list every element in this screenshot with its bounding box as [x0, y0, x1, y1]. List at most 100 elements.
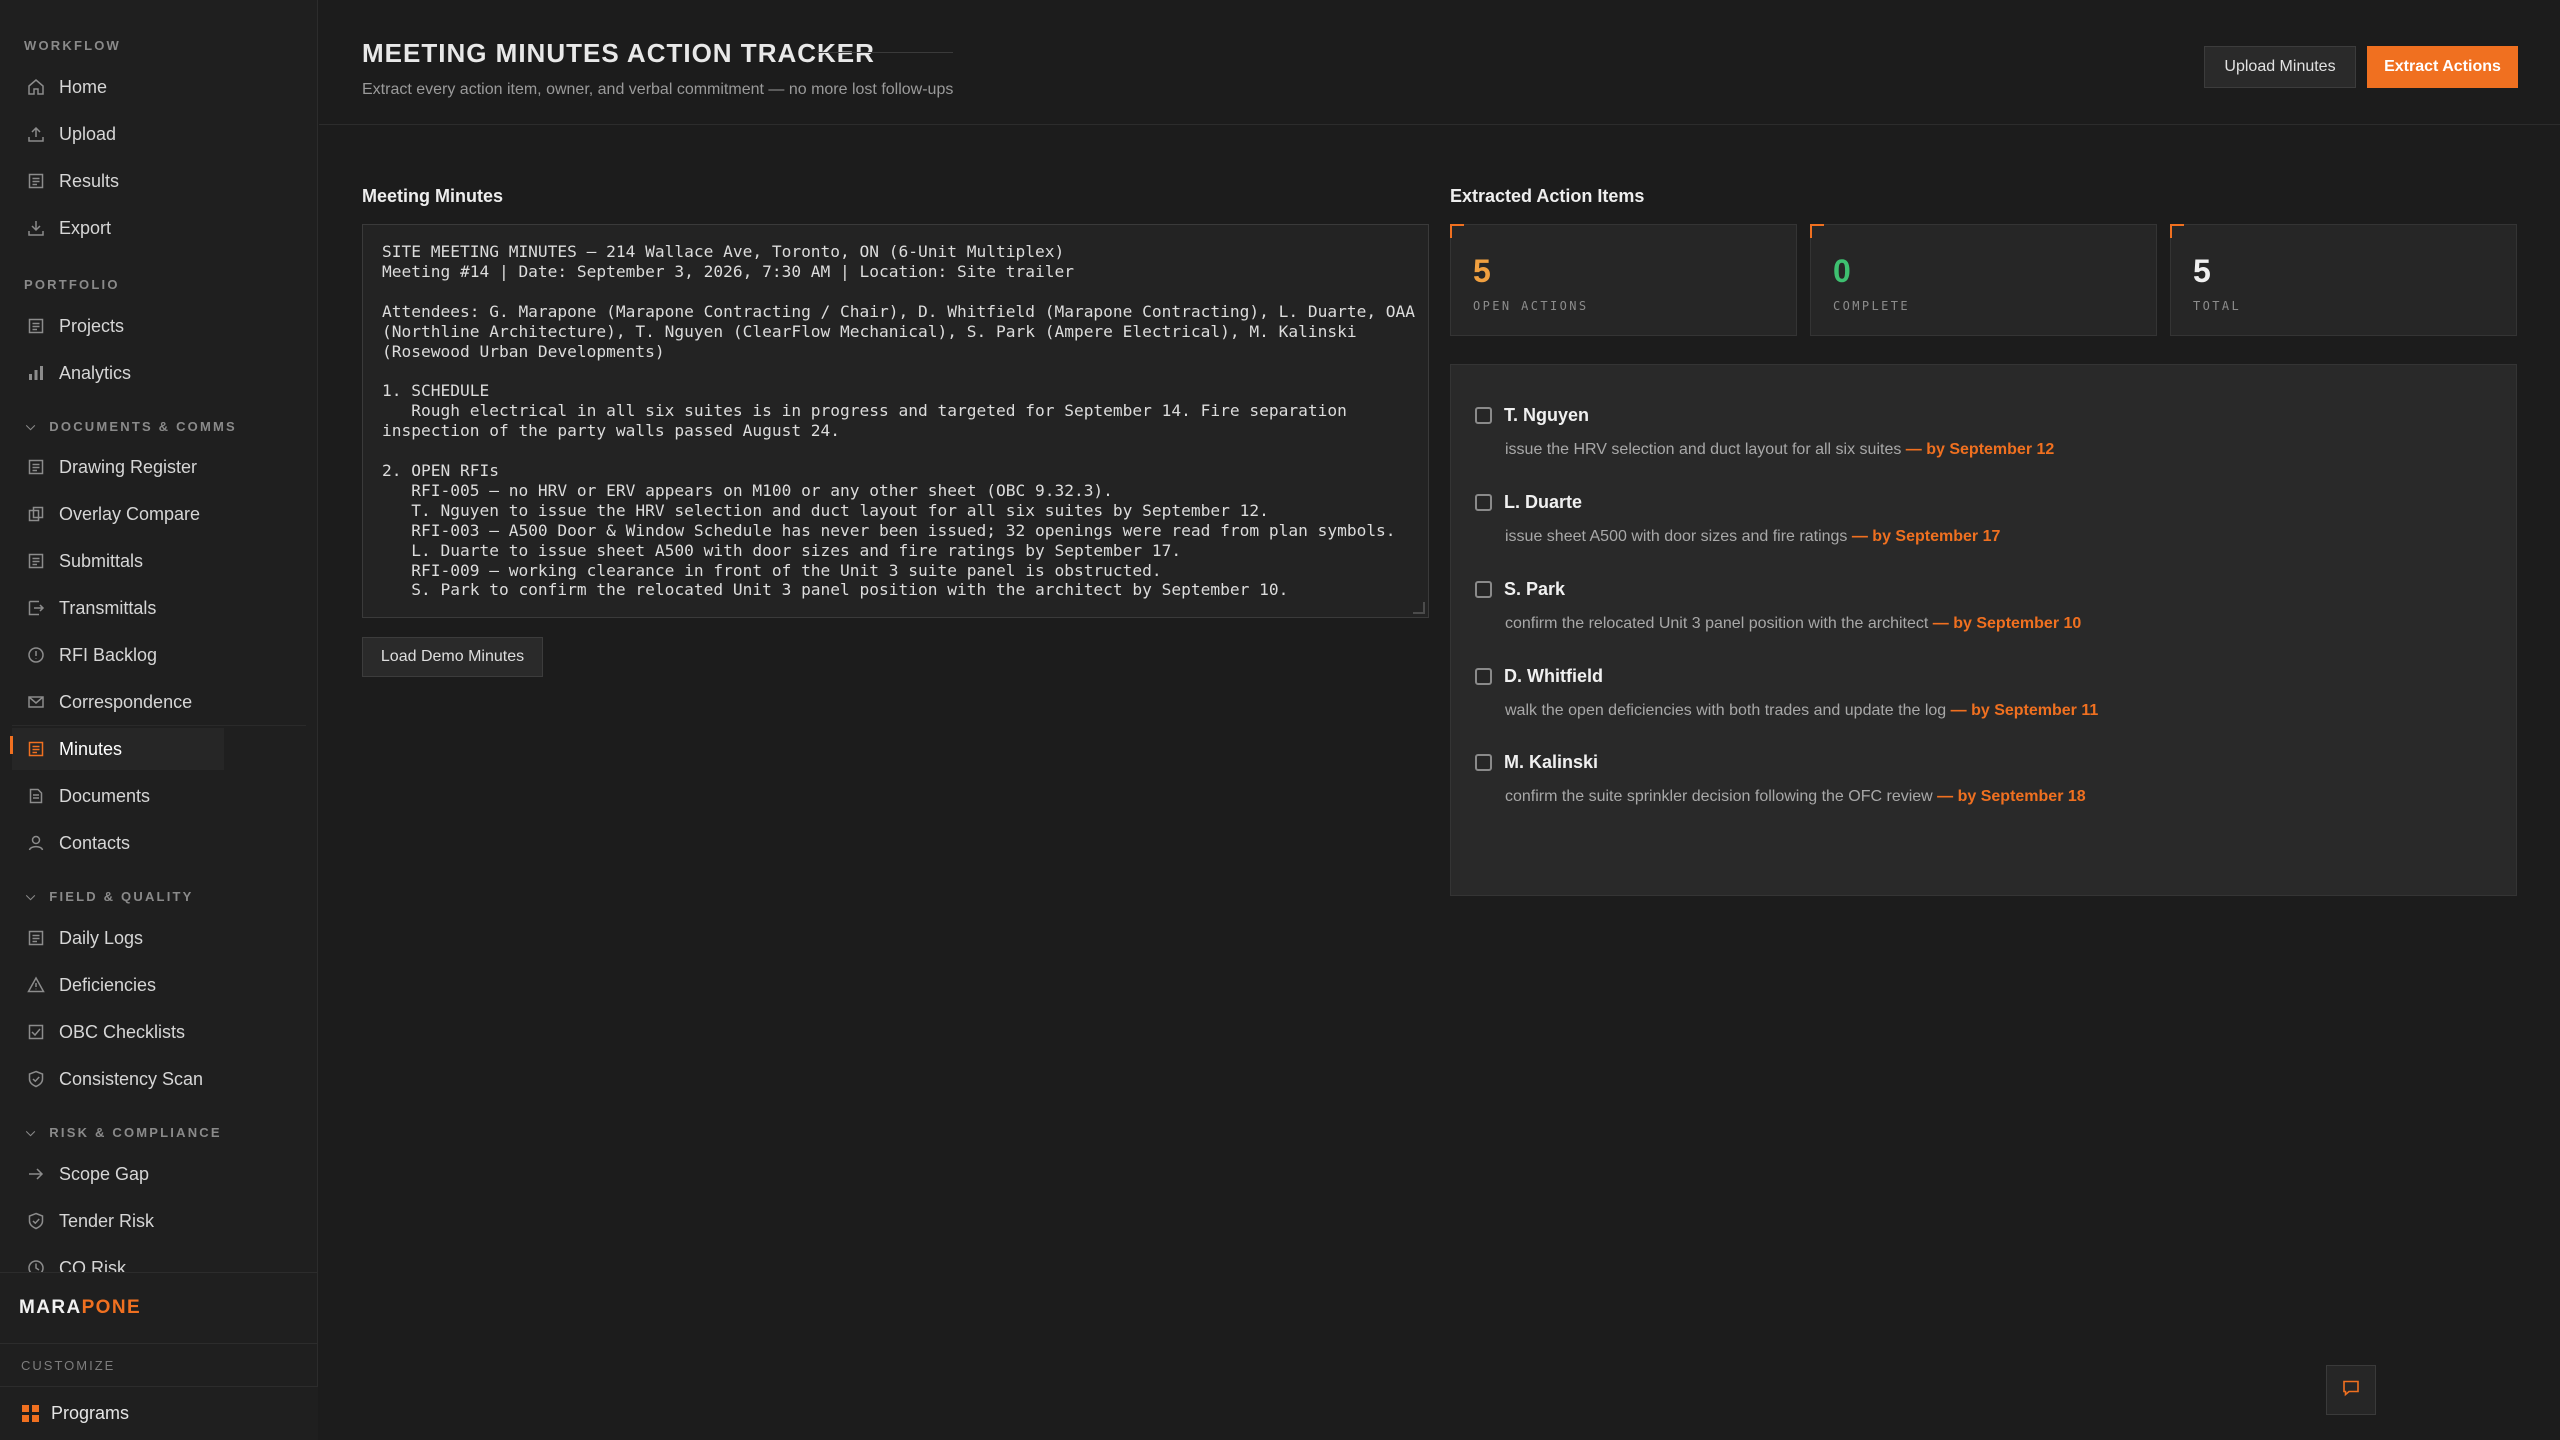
- stat-total-label: TOTAL: [2193, 299, 2242, 313]
- section-field-toggle[interactable]: ⌵ FIELD & QUALITY: [26, 889, 194, 904]
- action-due: — by September 17: [1851, 528, 2001, 545]
- section-field-label: FIELD & QUALITY: [49, 889, 194, 904]
- action-checkbox[interactable]: [1475, 407, 1492, 424]
- minutes-label: Meeting Minutes: [362, 186, 504, 206]
- action-owner: S. Park: [1504, 579, 1566, 599]
- send-icon: [27, 599, 45, 617]
- sidebar-item-label: Deficiencies: [59, 974, 157, 995]
- extract-actions-button[interactable]: Extract Actions: [2367, 46, 2518, 88]
- sidebar-item-daily-logs[interactable]: Daily Logs: [12, 917, 224, 959]
- action-task: issue the HRV selection and duct layout …: [1505, 441, 2055, 458]
- sidebar-item-consistency-scan[interactable]: Consistency Scan: [12, 1058, 224, 1100]
- grid-icon: [22, 1405, 39, 1422]
- sidebar-item-co-risk[interactable]: CO Risk: [12, 1247, 224, 1272]
- sidebar-item-export[interactable]: Export: [12, 207, 224, 249]
- sidebar-item-label: Correspondence: [59, 691, 193, 712]
- sidebar-item-minutes[interactable]: Minutes: [10, 728, 224, 770]
- stat-complete-value: 0: [1833, 253, 1851, 289]
- sidebar-item-drawing-register[interactable]: Drawing Register: [12, 446, 224, 488]
- sidebar-item-analytics[interactable]: Analytics: [12, 352, 224, 394]
- overlay-icon: [27, 505, 45, 523]
- chevron-down-icon: ⌵: [26, 889, 38, 903]
- programs-button[interactable]: Programs: [0, 1386, 318, 1440]
- action-checkbox[interactable]: [1475, 754, 1492, 771]
- customize-label: CUSTOMIZE: [21, 1358, 116, 1373]
- stat-total: 5 TOTAL: [2170, 224, 2517, 336]
- arrow-right-icon: [27, 1165, 45, 1183]
- sidebar-item-label: RFI Backlog: [59, 644, 158, 665]
- action-due: — by September 12: [1905, 441, 2055, 458]
- resize-handle[interactable]: [1413, 602, 1425, 614]
- sidebar-item-obc-checklists[interactable]: OBC Checklists: [12, 1011, 224, 1053]
- upload-icon: [27, 125, 45, 143]
- action-checkbox[interactable]: [1475, 581, 1492, 598]
- sidebar-item-submittals[interactable]: Submittals: [12, 540, 224, 582]
- sidebar-item-home[interactable]: Home: [12, 66, 224, 108]
- action-task: confirm the relocated Unit 3 panel posit…: [1505, 615, 2082, 632]
- action-task: issue sheet A500 with door sizes and fir…: [1505, 528, 2001, 545]
- action-item: S. Park confirm the relocated Unit 3 pan…: [1475, 579, 2475, 633]
- sidebar-nav[interactable]: WORKFLOW Home Upload Results Export PORT…: [0, 0, 318, 1272]
- stat-open-actions: 5 OPEN ACTIONS: [1450, 224, 1797, 336]
- sidebar-item-rfi-backlog[interactable]: RFI Backlog: [12, 634, 224, 676]
- sidebar-item-transmittals[interactable]: Transmittals: [12, 587, 224, 629]
- chevron-down-icon: ⌵: [26, 1125, 38, 1139]
- action-due: — by September 18: [1937, 788, 2086, 805]
- document-icon: [27, 552, 45, 570]
- sidebar-item-deficiencies[interactable]: Deficiencies: [12, 964, 224, 1006]
- title-rule: [817, 52, 953, 53]
- action-checkbox[interactable]: [1475, 668, 1492, 685]
- section-documents-label: DOCUMENTS & COMMS: [49, 419, 237, 434]
- stat-complete: 0 COMPLETE: [1810, 224, 2157, 336]
- sidebar-item-projects[interactable]: Projects: [12, 305, 224, 347]
- stat-open-value: 5: [1473, 253, 1491, 289]
- sidebar-item-documents[interactable]: Documents: [12, 775, 224, 817]
- action-checkbox[interactable]: [1475, 494, 1492, 511]
- sidebar-item-label: Tender Risk: [59, 1210, 155, 1231]
- action-due: — by September 10: [1932, 615, 2082, 632]
- sidebar-item-label: Upload: [59, 123, 117, 144]
- chat-button[interactable]: [2326, 1365, 2376, 1415]
- sidebar-item-label: Home: [59, 76, 108, 97]
- minutes-textarea[interactable]: SITE MEETING MINUTES — 214 Wallace Ave, …: [362, 224, 1429, 618]
- sidebar-item-label: OBC Checklists: [59, 1021, 186, 1042]
- sidebar-item-upload[interactable]: Upload: [12, 113, 224, 155]
- sidebar-item-tender-risk[interactable]: Tender Risk: [12, 1200, 224, 1242]
- chat-icon: [2341, 1378, 2361, 1403]
- sidebar-item-label: Results: [59, 170, 120, 191]
- sidebar-item-label: Drawing Register: [59, 456, 198, 477]
- sidebar-item-scope-gap[interactable]: Scope Gap: [12, 1153, 224, 1195]
- upload-minutes-button[interactable]: Upload Minutes: [2204, 46, 2356, 88]
- page-header: MEETING MINUTES ACTION TRACKER Extract e…: [319, 0, 2560, 125]
- action-task: confirm the suite sprinkler decision fol…: [1505, 788, 2086, 805]
- section-documents-toggle[interactable]: ⌵ DOCUMENTS & COMMS: [26, 419, 237, 434]
- action-owner: D. Whitfield: [1504, 666, 1603, 686]
- page-subtitle: Extract every action item, owner, and ve…: [362, 81, 954, 98]
- section-risk-toggle[interactable]: ⌵ RISK & COMPLIANCE: [26, 1125, 222, 1140]
- sidebar-item-label: CO Risk: [59, 1257, 126, 1273]
- mail-icon: [27, 693, 45, 711]
- sidebar-item-label: Overlay Compare: [59, 503, 201, 524]
- export-icon: [27, 219, 45, 237]
- document-icon: [27, 458, 45, 476]
- sidebar-item-overlay-compare[interactable]: Overlay Compare: [12, 493, 224, 535]
- stat-complete-label: COMPLETE: [1833, 299, 1910, 313]
- shield-check-icon: [27, 1212, 45, 1230]
- section-risk-label: RISK & COMPLIANCE: [49, 1125, 222, 1140]
- action-item: D. Whitfield walk the open deficiencies …: [1475, 666, 2475, 720]
- load-demo-minutes-button[interactable]: Load Demo Minutes: [362, 637, 543, 677]
- sidebar-item-label: Documents: [59, 785, 151, 806]
- action-items-list: T. Nguyen issue the HRV selection and du…: [1450, 364, 2517, 896]
- sidebar-item-label: Daily Logs: [59, 927, 144, 948]
- projects-icon: [27, 317, 45, 335]
- sidebar-item-contacts[interactable]: Contacts: [12, 822, 224, 864]
- sidebar: WORKFLOW Home Upload Results Export PORT…: [0, 0, 318, 1440]
- sidebar-item-label: Minutes: [59, 738, 123, 759]
- page-title: MEETING MINUTES ACTION TRACKER: [362, 38, 875, 68]
- log-icon: [27, 929, 45, 947]
- minutes-icon: [27, 740, 45, 758]
- sidebar-item-results[interactable]: Results: [12, 160, 224, 202]
- checklist-icon: [27, 1023, 45, 1041]
- sidebar-item-correspondence[interactable]: Correspondence: [12, 681, 224, 723]
- sidebar-item-label: Projects: [59, 315, 125, 336]
